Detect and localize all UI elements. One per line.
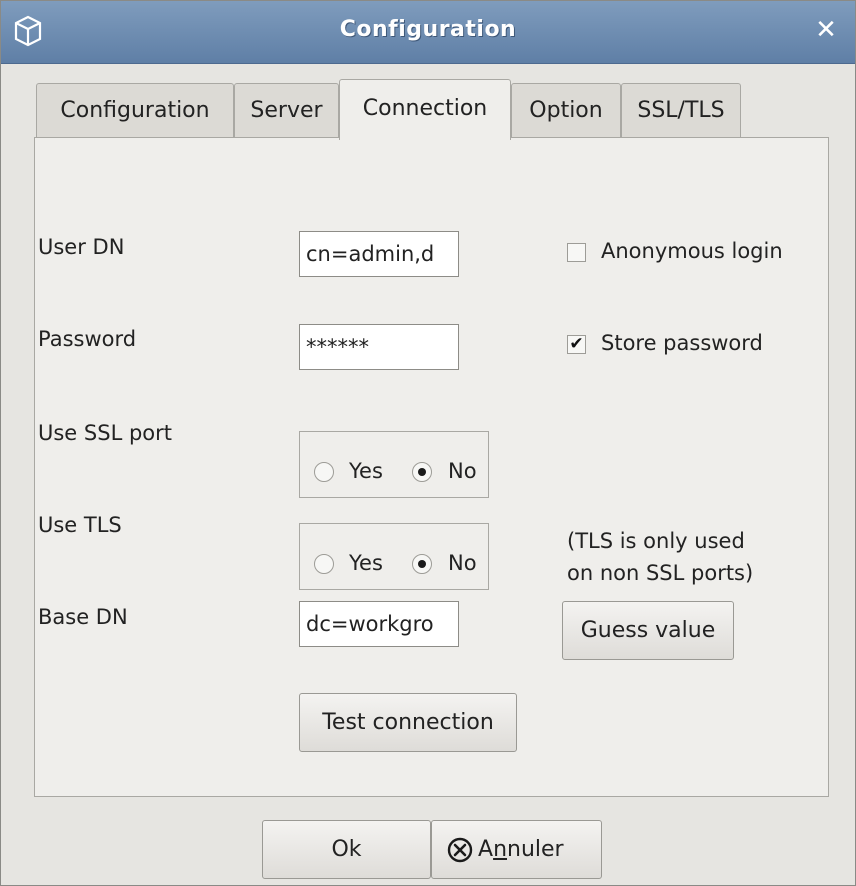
tls-no-radio[interactable] [412,554,432,574]
test-connection-button[interactable]: Test connection [299,693,517,752]
ssl-port-radio-group: Yes No [299,431,489,498]
ssl-no-radio[interactable] [412,462,432,482]
cancel-button-label: Annuler [478,821,564,878]
base-dn-input[interactable]: dc=workgro [299,601,459,647]
user-dn-label: User DN [38,235,125,259]
close-icon[interactable]: ✕ [811,15,841,45]
tab-label: Configuration [60,98,210,123]
password-input[interactable]: ****** [299,324,459,370]
ssl-no-label: No [448,459,477,483]
configuration-dialog: Configuration ✕ Configuration Server Con… [0,0,856,886]
anonymous-login-checkbox[interactable] [567,243,586,262]
cancel-button[interactable]: Annuler [431,820,602,879]
tls-no-label: No [448,551,477,575]
cancel-label-part: nuler [507,837,564,862]
title-bar[interactable]: Configuration ✕ [1,1,855,64]
use-ssl-port-label: Use SSL port [38,421,172,445]
cancel-label-mnemonic: n [493,837,508,862]
guess-value-button[interactable]: Guess value [562,601,734,660]
window-title: Configuration [339,17,517,42]
ssl-yes-label: Yes [349,459,383,483]
password-label: Password [38,327,137,351]
tab-label: Option [529,98,603,123]
tab-configuration[interactable]: Configuration [36,83,234,137]
tab-connection[interactable]: Connection [339,79,511,140]
use-tls-label: Use TLS [38,513,122,537]
ok-button[interactable]: Ok [262,820,431,879]
tab-label: SSL/TLS [637,98,725,123]
tab-server[interactable]: Server [234,83,339,137]
cancel-circle-x-icon [447,837,473,863]
tls-note-line2: on non SSL ports) [567,561,754,585]
store-password-checkbox[interactable]: ✔ [567,335,586,354]
tls-radio-group: Yes No [299,523,489,590]
tab-label: Server [250,98,323,123]
tab-option[interactable]: Option [511,83,621,137]
tab-ssl-tls[interactable]: SSL/TLS [621,83,741,137]
tls-yes-label: Yes [349,551,383,575]
tls-yes-radio[interactable] [314,554,334,574]
ssl-yes-radio[interactable] [314,462,334,482]
user-dn-input[interactable]: cn=admin,d [299,231,459,277]
tls-note-line1: (TLS is only used [567,529,745,553]
tab-label: Connection [362,96,488,121]
store-password-label: Store password [601,331,763,355]
base-dn-label: Base DN [38,605,128,629]
cancel-label-part: A [478,837,494,862]
anonymous-login-label: Anonymous login [601,239,783,263]
